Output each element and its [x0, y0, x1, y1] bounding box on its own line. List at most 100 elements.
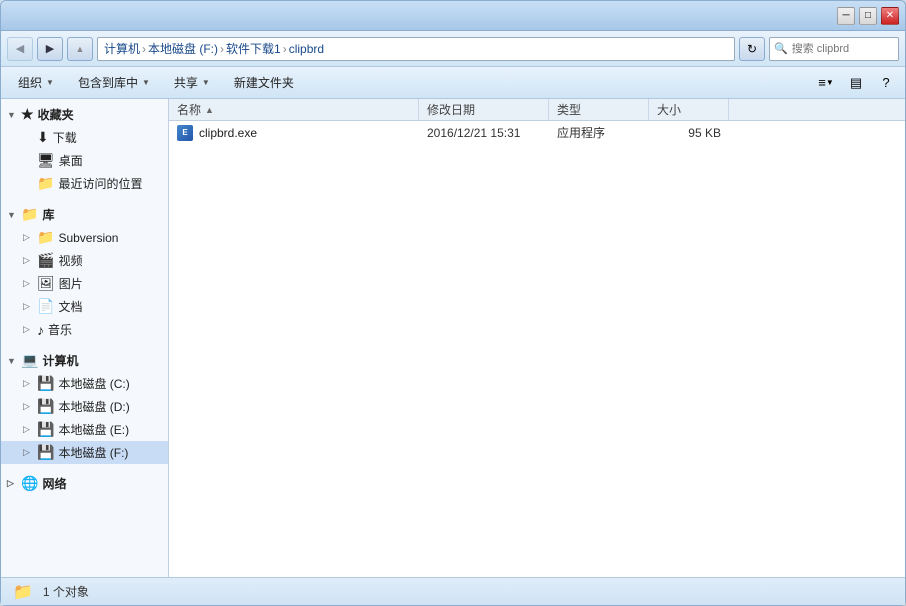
- sidebar-item-drive-c[interactable]: ▷ 💾 本地磁盘 (C:): [1, 372, 168, 395]
- music-triangle: ▷: [23, 324, 33, 335]
- breadcrumb-item-0[interactable]: 计算机: [104, 40, 140, 57]
- table-row[interactable]: E clipbrd.exe 2016/12/21 15:31 应用程序 95 K…: [169, 121, 905, 145]
- sidebar-item-pictures[interactable]: ▷ 🖼 图片: [1, 272, 168, 295]
- maximize-button[interactable]: □: [859, 7, 877, 25]
- forward-button[interactable]: ▶: [37, 37, 63, 61]
- libraries-group[interactable]: ▼ 📁 库: [1, 203, 168, 226]
- drive-d-icon: 💾: [37, 398, 54, 415]
- col-date-label: 修改日期: [427, 101, 475, 118]
- share-button[interactable]: 共享 ▼: [163, 70, 221, 96]
- search-box[interactable]: 🔍: [769, 37, 899, 61]
- network-icon: 🌐: [21, 475, 38, 492]
- include-arrow: ▼: [142, 78, 150, 87]
- libraries-icon: 📁: [21, 206, 38, 223]
- sidebar-item-subversion[interactable]: ▷ 📁 Subversion: [1, 226, 168, 249]
- downloads-icon: ⬇: [37, 129, 49, 146]
- title-bar: ─ □ ✕: [1, 1, 905, 31]
- libraries-section: ▼ 📁 库 ▷ 📁 Subversion ▷ 🎬 视频 ▷ 🖼: [1, 199, 168, 345]
- drive-e-triangle: ▷: [23, 424, 33, 435]
- file-cell-date: 2016/12/21 15:31: [419, 121, 549, 144]
- desktop-icon: 🖥: [37, 152, 55, 169]
- file-name: clipbrd.exe: [199, 126, 257, 140]
- computer-icon: 💻: [21, 352, 38, 369]
- search-input[interactable]: [792, 43, 894, 55]
- pane-button[interactable]: ▤: [843, 71, 869, 95]
- col-header-name[interactable]: 名称 ▲: [169, 99, 419, 120]
- network-section: ▷ 🌐 网络: [1, 468, 168, 499]
- libraries-label: 库: [42, 206, 54, 223]
- file-date: 2016/12/21 15:31: [427, 126, 520, 140]
- breadcrumb-sep-0: ›: [142, 42, 146, 56]
- drive-c-triangle: ▷: [23, 378, 33, 389]
- sidebar-item-desktop[interactable]: 🖥 桌面: [1, 149, 168, 172]
- drive-f-label: 本地磁盘 (F:): [58, 444, 128, 461]
- drive-e-label: 本地磁盘 (E:): [58, 421, 129, 438]
- favorites-label: 收藏夹: [38, 106, 74, 123]
- back-button[interactable]: ◀: [7, 37, 33, 61]
- col-header-type[interactable]: 类型: [549, 99, 649, 120]
- view-icon: ≡: [818, 75, 826, 90]
- computer-label: 计算机: [42, 352, 78, 369]
- drive-f-icon: 💾: [37, 444, 54, 461]
- include-library-button[interactable]: 包含到库中 ▼: [67, 70, 161, 96]
- desktop-label: 桌面: [59, 152, 83, 169]
- libraries-triangle: ▼: [7, 210, 17, 220]
- drive-f-triangle: ▷: [23, 447, 33, 458]
- explorer-window: ─ □ ✕ ◀ ▶ ▲ 计算机 › 本地磁盘 (F:) › 软件下载1 › cl…: [0, 0, 906, 606]
- sidebar-item-drive-e[interactable]: ▷ 💾 本地磁盘 (E:): [1, 418, 168, 441]
- breadcrumb-item-1[interactable]: 本地磁盘 (F:): [148, 40, 218, 57]
- col-size-label: 大小: [657, 101, 681, 118]
- music-label: 音乐: [48, 321, 72, 338]
- col-type-label: 类型: [557, 101, 581, 118]
- computer-triangle: ▼: [7, 356, 17, 366]
- search-icon: 🔍: [774, 42, 788, 55]
- file-cell-size: 95 KB: [649, 121, 729, 144]
- new-folder-label: 新建文件夹: [234, 74, 294, 91]
- network-triangle: ▷: [7, 478, 17, 489]
- up-button[interactable]: ▲: [67, 37, 93, 61]
- col-header-size[interactable]: 大小: [649, 99, 729, 120]
- new-folder-button[interactable]: 新建文件夹: [223, 70, 305, 96]
- documents-icon: 📄: [37, 298, 54, 315]
- file-cell-name: E clipbrd.exe: [169, 121, 419, 144]
- recent-icon: 📁: [37, 175, 54, 192]
- computer-group[interactable]: ▼ 💻 计算机: [1, 349, 168, 372]
- share-arrow: ▼: [202, 78, 210, 87]
- sidebar-item-downloads[interactable]: ⬇ 下载: [1, 126, 168, 149]
- breadcrumb[interactable]: 计算机 › 本地磁盘 (F:) › 软件下载1 › clipbrd: [97, 37, 735, 61]
- sidebar-item-video[interactable]: ▷ 🎬 视频: [1, 249, 168, 272]
- sidebar-item-recent[interactable]: 📁 最近访问的位置: [1, 172, 168, 195]
- file-cell-type: 应用程序: [549, 121, 649, 144]
- music-icon: ♪: [37, 322, 44, 338]
- favorites-triangle: ▼: [7, 110, 17, 120]
- subversion-triangle: ▷: [23, 232, 33, 243]
- sidebar: ▼ ★ 收藏夹 ⬇ 下载 🖥 桌面 📁 最近访问的位置: [1, 99, 169, 577]
- refresh-button[interactable]: ↻: [739, 37, 765, 61]
- address-bar: ◀ ▶ ▲ 计算机 › 本地磁盘 (F:) › 软件下载1 › clipbrd …: [1, 31, 905, 67]
- downloads-label: 下载: [53, 129, 77, 146]
- sidebar-item-documents[interactable]: ▷ 📄 文档: [1, 295, 168, 318]
- favorites-icon: ★: [21, 106, 34, 123]
- network-group[interactable]: ▷ 🌐 网络: [1, 472, 168, 495]
- file-area: 名称 ▲ 修改日期 类型 大小 E clipbrd.exe: [169, 99, 905, 577]
- breadcrumb-item-2[interactable]: 软件下载1: [226, 40, 281, 57]
- recent-label: 最近访问的位置: [58, 175, 142, 192]
- organize-button[interactable]: 组织 ▼: [7, 70, 65, 96]
- refresh-icon: ↻: [747, 42, 757, 56]
- breadcrumb-item-3[interactable]: clipbrd: [289, 42, 324, 56]
- help-button[interactable]: ?: [873, 71, 899, 95]
- favorites-group[interactable]: ▼ ★ 收藏夹: [1, 103, 168, 126]
- view-options-button[interactable]: ≡ ▼: [813, 71, 839, 95]
- sidebar-item-drive-d[interactable]: ▷ 💾 本地磁盘 (D:): [1, 395, 168, 418]
- col-header-date[interactable]: 修改日期: [419, 99, 549, 120]
- close-button[interactable]: ✕: [881, 7, 899, 25]
- sidebar-item-drive-f[interactable]: ▷ 💾 本地磁盘 (F:): [1, 441, 168, 464]
- pictures-triangle: ▷: [23, 278, 33, 289]
- toolbar: 组织 ▼ 包含到库中 ▼ 共享 ▼ 新建文件夹 ≡ ▼ ▤ ?: [1, 67, 905, 99]
- drive-c-label: 本地磁盘 (C:): [58, 375, 129, 392]
- organize-arrow: ▼: [46, 78, 54, 87]
- sidebar-item-music[interactable]: ▷ ♪ 音乐: [1, 318, 168, 341]
- back-icon: ◀: [16, 42, 24, 55]
- minimize-button[interactable]: ─: [837, 7, 855, 25]
- file-icon-exe: E: [177, 125, 193, 141]
